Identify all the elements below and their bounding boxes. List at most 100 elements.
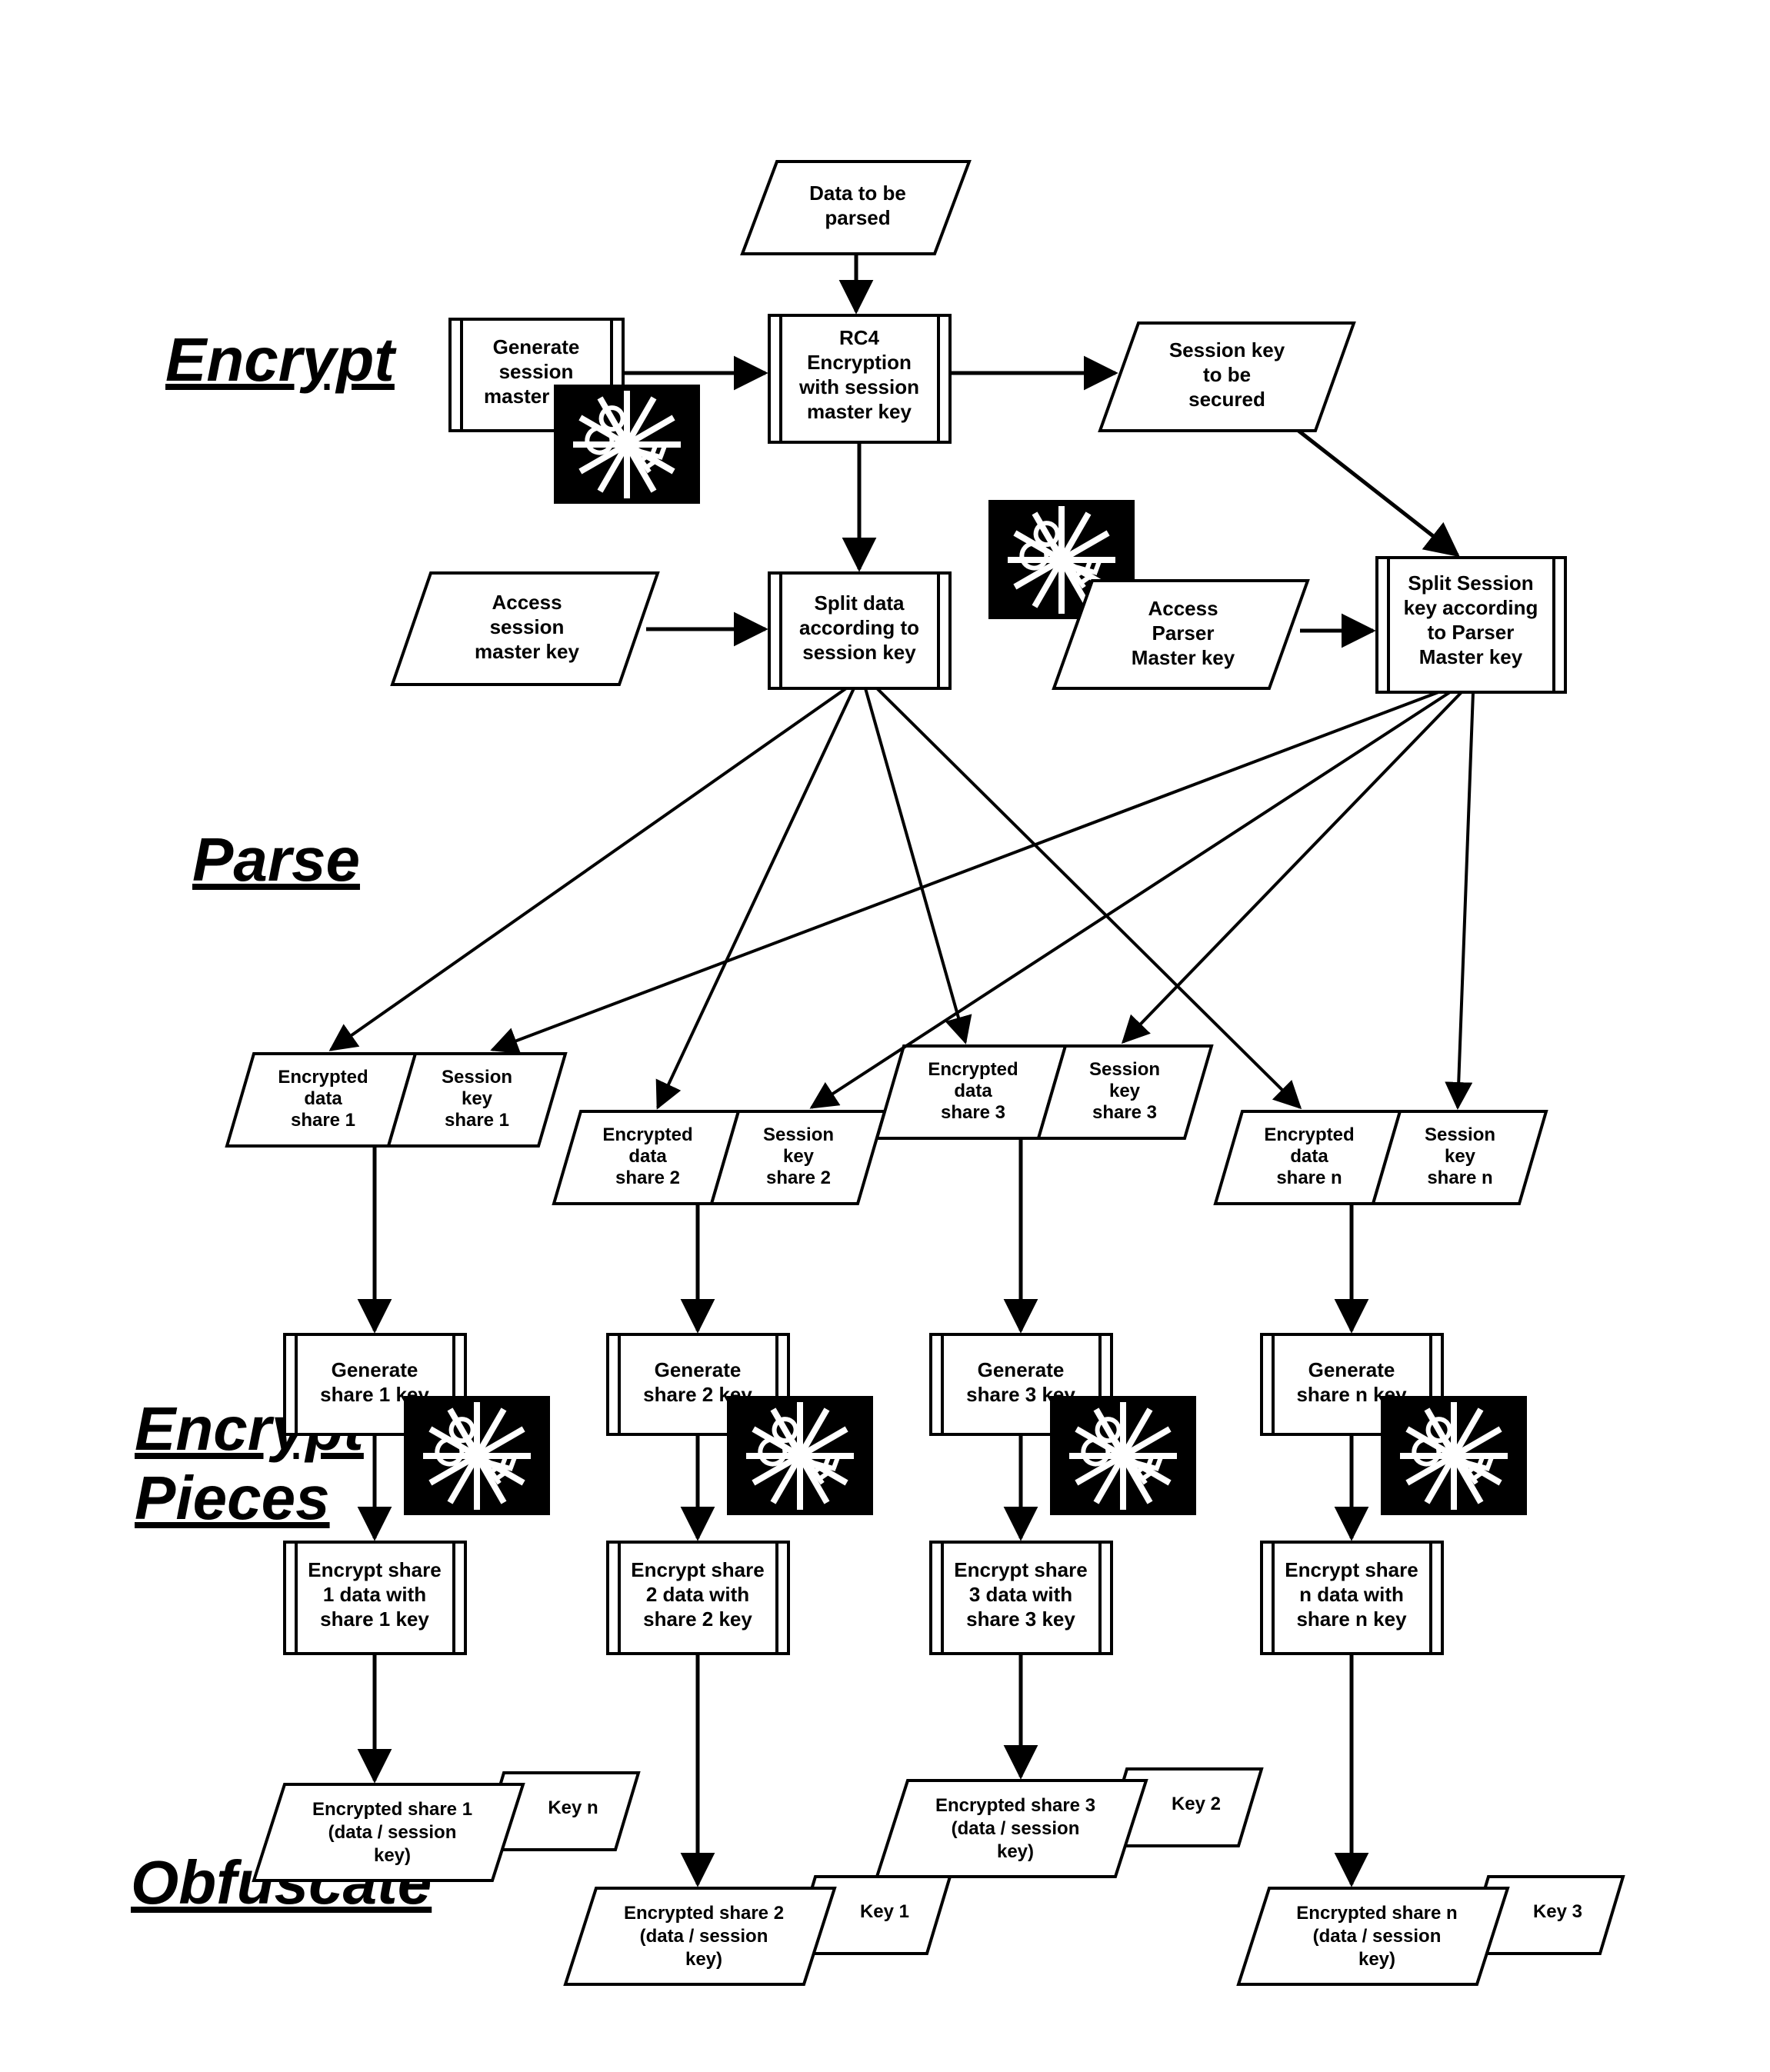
svg-text:3 data with: 3 data with: [969, 1583, 1072, 1606]
svg-text:data: data: [1290, 1146, 1328, 1167]
section-parse: Parse: [192, 825, 360, 894]
svg-text:secured: secured: [1188, 388, 1265, 411]
svg-text:to be: to be: [1203, 363, 1251, 386]
key-icon: [1381, 1396, 1527, 1515]
svg-text:with session: with session: [798, 375, 919, 398]
svg-text:Parser: Parser: [1152, 621, 1215, 645]
svg-text:Encrypt share: Encrypt share: [954, 1558, 1087, 1581]
svg-text:data: data: [304, 1088, 342, 1109]
output-share-n: Encrypted share n (data / session key) K…: [1238, 1877, 1623, 1984]
svg-text:n data with: n data with: [1299, 1583, 1404, 1606]
svg-text:Encrypted: Encrypted: [1264, 1124, 1354, 1145]
svg-text:according to: according to: [799, 616, 919, 639]
output-share-3: Encrypted share 3 (data / session key) K…: [877, 1769, 1262, 1877]
svg-text:share 2: share 2: [766, 1168, 831, 1188]
svg-text:Key 2: Key 2: [1172, 1794, 1221, 1814]
pair-share-1: Encrypted data share 1 Session key share…: [227, 1054, 565, 1146]
key-icon: [554, 385, 700, 504]
svg-text:Session key: Session key: [1169, 338, 1285, 361]
svg-text:key according: key according: [1404, 596, 1538, 619]
pair-share-3: Encrypted data share 3 Session key share…: [877, 1046, 1212, 1138]
svg-text:share 1 key: share 1 key: [320, 1607, 429, 1631]
pair-share-n: Encrypted data share n Session key share…: [1215, 1111, 1546, 1204]
svg-text:Session: Session: [763, 1124, 834, 1145]
flowchart-canvas: Encrypt Parse Encrypt Pieces Obfuscate D…: [0, 0, 1770, 2072]
svg-text:Session: Session: [1089, 1059, 1160, 1080]
node-session-key-to-be-secured: Session key to be secured: [1100, 323, 1354, 431]
svg-text:Master key: Master key: [1419, 645, 1523, 668]
svg-text:to Parser: to Parser: [1428, 621, 1515, 644]
node-encrypt-share-3: Encrypt share 3 data with share 3 key: [931, 1542, 1112, 1654]
node-split-session-key: Split Session key according to Parser Ma…: [1377, 558, 1565, 692]
svg-text:Generate: Generate: [978, 1358, 1065, 1381]
svg-text:key: key: [1109, 1081, 1141, 1101]
svg-text:Encrypted: Encrypted: [278, 1067, 368, 1088]
svg-text:share n: share n: [1276, 1168, 1342, 1188]
svg-text:master key: master key: [475, 640, 579, 663]
svg-text:Encryption: Encryption: [807, 351, 912, 374]
svg-text:key: key: [1445, 1146, 1476, 1167]
svg-text:Encrypted share 3: Encrypted share 3: [935, 1795, 1095, 1816]
svg-text:data: data: [954, 1081, 992, 1101]
svg-text:Key 1: Key 1: [860, 1901, 909, 1922]
node-access-parser-master-key: Access Parser Master key: [1054, 581, 1308, 688]
svg-text:Session: Session: [1425, 1124, 1495, 1145]
svg-text:Encrypted share 2: Encrypted share 2: [624, 1903, 784, 1924]
svg-text:key): key): [374, 1845, 411, 1866]
svg-text:Master key: Master key: [1132, 646, 1235, 669]
svg-text:2 data with: 2 data with: [646, 1583, 749, 1606]
key-icon: [1050, 1396, 1196, 1515]
svg-text:Generate: Generate: [655, 1358, 742, 1381]
svg-text:Encrypt share: Encrypt share: [631, 1558, 764, 1581]
svg-text:(data / session: (data / session: [328, 1822, 457, 1843]
key-icon: [404, 1396, 550, 1515]
section-encrypt-pieces-2: Pieces: [135, 1464, 330, 1532]
svg-text:Encrypted: Encrypted: [602, 1124, 692, 1145]
node-access-session-master-key: Access session master key: [392, 573, 658, 685]
svg-text:share n key: share n key: [1296, 1607, 1407, 1631]
svg-text:key): key): [997, 1841, 1034, 1862]
section-encrypt: Encrypt: [165, 325, 397, 394]
svg-text:key: key: [462, 1088, 493, 1109]
svg-text:Split Session: Split Session: [1408, 571, 1533, 595]
svg-text:(data / session: (data / session: [1313, 1926, 1442, 1947]
svg-text:Encrypt share: Encrypt share: [308, 1558, 441, 1581]
svg-text:Key n: Key n: [548, 1797, 598, 1818]
svg-text:Data to be: Data to be: [809, 182, 906, 205]
node-split-data: Split data according to session key: [769, 573, 950, 688]
svg-text:RC4: RC4: [839, 326, 880, 349]
svg-text:1 data with: 1 data with: [323, 1583, 426, 1606]
svg-text:key): key): [1358, 1949, 1395, 1970]
svg-text:session key: session key: [802, 641, 916, 664]
svg-text:data: data: [628, 1146, 667, 1167]
node-encrypt-share-2: Encrypt share 2 data with share 2 key: [608, 1542, 788, 1654]
svg-text:parsed: parsed: [825, 206, 890, 229]
svg-text:key): key): [685, 1949, 722, 1970]
svg-text:Encrypted: Encrypted: [928, 1059, 1018, 1080]
svg-text:Encrypt share: Encrypt share: [1285, 1558, 1418, 1581]
node-encrypt-share-1: Encrypt share 1 data with share 1 key: [285, 1542, 465, 1654]
svg-text:(data / session: (data / session: [640, 1926, 768, 1947]
svg-text:session: session: [490, 615, 565, 638]
svg-text:session: session: [499, 360, 574, 383]
svg-text:share 2: share 2: [615, 1168, 680, 1188]
svg-text:Generate: Generate: [1308, 1358, 1395, 1381]
svg-text:Access: Access: [1148, 597, 1218, 620]
svg-text:share 3: share 3: [941, 1102, 1005, 1123]
node-encrypt-share-n: Encrypt share n data with share n key: [1262, 1542, 1442, 1654]
node-rc4-encryption: RC4 Encryption with session master key: [769, 315, 950, 442]
svg-text:Key 3: Key 3: [1533, 1901, 1582, 1922]
svg-text:Encrypted share n: Encrypted share n: [1296, 1903, 1457, 1924]
svg-text:Session: Session: [442, 1067, 512, 1088]
svg-text:share 3: share 3: [1092, 1102, 1157, 1123]
svg-text:key: key: [783, 1146, 815, 1167]
svg-text:(data / session: (data / session: [952, 1818, 1080, 1839]
output-share-1: Encrypted share 1 (data / session key) K…: [254, 1773, 638, 1880]
node-data-to-be-parsed: Data to be parsed: [742, 162, 969, 254]
svg-text:master key: master key: [807, 400, 912, 423]
svg-text:Generate: Generate: [332, 1358, 418, 1381]
svg-text:share 1: share 1: [291, 1110, 355, 1131]
svg-text:Access: Access: [492, 591, 562, 614]
svg-text:Encrypted share 1: Encrypted share 1: [312, 1799, 472, 1820]
svg-text:share 1: share 1: [445, 1110, 509, 1131]
